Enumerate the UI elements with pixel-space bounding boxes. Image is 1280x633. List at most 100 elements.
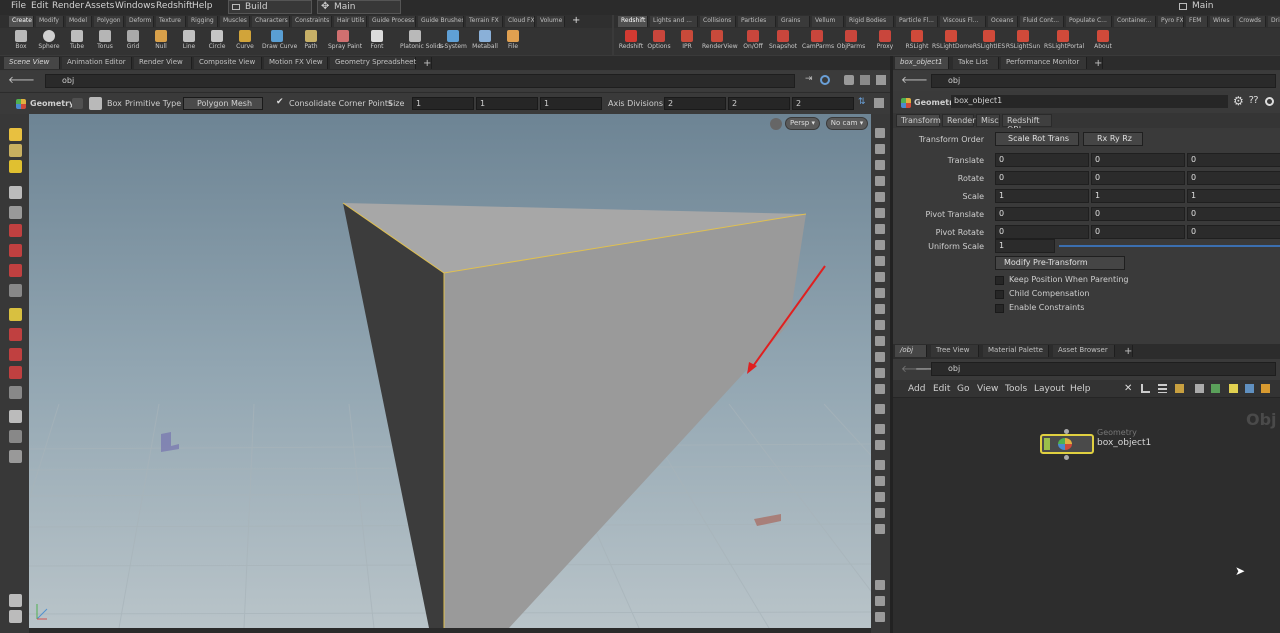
shelf-tool-spray-paint[interactable]: Spray Paint bbox=[328, 30, 362, 54]
net-menu-edit[interactable]: Edit bbox=[933, 384, 950, 394]
left-tool-dots-icon[interactable] bbox=[9, 284, 22, 297]
shelf-tool-options[interactable]: Options bbox=[644, 30, 674, 54]
left-tool-lock-tool-icon[interactable] bbox=[9, 206, 22, 219]
display-option-icon[interactable] bbox=[875, 144, 885, 154]
viewport-menu-icon[interactable] bbox=[876, 75, 886, 85]
left-tool-view-icon[interactable] bbox=[9, 144, 22, 157]
viewport-split-icon[interactable] bbox=[860, 75, 870, 85]
display-option-icon[interactable] bbox=[875, 580, 885, 590]
viewport-tab-render-view[interactable]: Render View bbox=[134, 57, 192, 69]
net-palette-icon[interactable] bbox=[1211, 384, 1220, 393]
left-tool-settings-icon[interactable] bbox=[9, 594, 22, 607]
viewport-tab-motion-fx-view[interactable]: Motion FX View bbox=[264, 57, 328, 69]
shelf-tab-rigging[interactable]: Rigging bbox=[188, 16, 218, 27]
shelf-tool-tube[interactable]: Tube bbox=[62, 30, 92, 54]
shelf-tool-path[interactable]: Path bbox=[296, 30, 326, 54]
shelf-tab-guide-process[interactable]: Guide Process bbox=[369, 16, 416, 27]
param-pivot-rotate-z-field[interactable]: 0 bbox=[1187, 225, 1280, 239]
param-tab-redshift-obj[interactable]: Redshift OBJ bbox=[1002, 114, 1052, 134]
shelf-tab-hair-utils[interactable]: Hair Utils bbox=[334, 16, 367, 27]
shelf-tab-terrain-fx[interactable]: Terrain FX bbox=[466, 16, 503, 27]
net-sticky-icon[interactable] bbox=[1229, 384, 1238, 393]
shelf-tab-cloud-fx[interactable]: Cloud FX bbox=[505, 16, 535, 27]
shelf-tab-muscles[interactable]: Muscles bbox=[220, 16, 250, 27]
shelf-tab-model[interactable]: Model bbox=[66, 16, 92, 27]
shelf-tab-deform[interactable]: Deform bbox=[126, 16, 154, 27]
left-tool-paint-icon[interactable] bbox=[9, 224, 22, 237]
param-tab-transform[interactable]: Transform bbox=[896, 114, 941, 127]
param-pivot-rotate-y-field[interactable]: 0 bbox=[1091, 225, 1185, 239]
menu-edit[interactable]: Edit bbox=[31, 1, 48, 11]
size-y-field[interactable]: 1 bbox=[476, 97, 538, 110]
network-path-field[interactable]: obj bbox=[931, 362, 1276, 376]
display-option-icon[interactable] bbox=[875, 424, 885, 434]
display-option-icon[interactable] bbox=[875, 612, 885, 622]
shelf-tool-rslightdome[interactable]: RSLightDome bbox=[932, 30, 973, 54]
shelf-tool-redshift[interactable]: Redshift bbox=[616, 30, 646, 54]
primitive-type-select[interactable]: Polygon Mesh bbox=[183, 97, 263, 110]
shelf-add-tab-icon[interactable]: + bbox=[572, 15, 580, 26]
left-tool-transform-icon[interactable] bbox=[9, 308, 22, 321]
size-z-field[interactable]: 1 bbox=[540, 97, 602, 110]
left-tool-magnet-icon[interactable] bbox=[9, 264, 22, 277]
shelf-tab-constraints[interactable]: Constraints bbox=[292, 16, 332, 27]
shelf-tab-oceans[interactable]: Oceans bbox=[988, 16, 1018, 27]
help-icon[interactable]: ⁇ bbox=[1249, 95, 1258, 106]
net-tree-icon[interactable] bbox=[1141, 384, 1150, 393]
timeline-ruler[interactable] bbox=[29, 628, 871, 633]
left-tool-brush-icon[interactable] bbox=[9, 244, 22, 257]
shelf-tool-proxy[interactable]: Proxy bbox=[870, 30, 900, 54]
left-tool-light-icon[interactable] bbox=[9, 430, 22, 443]
param-pivot-translate-z-field[interactable]: 0 bbox=[1187, 207, 1280, 221]
viewport-tab-[interactable]: + bbox=[418, 57, 432, 69]
left-tool-pivot-icon[interactable] bbox=[9, 386, 22, 399]
viewport-layout-icon[interactable] bbox=[844, 75, 854, 85]
shelf-tool-rslightportal[interactable]: RSLightPortal bbox=[1044, 30, 1084, 54]
checkmark-icon[interactable]: ✔ bbox=[276, 97, 284, 107]
shelf-tab-container-[interactable]: Container... bbox=[1114, 16, 1156, 27]
display-option-icon[interactable] bbox=[875, 320, 885, 330]
right-tab-take-list[interactable]: Take List bbox=[953, 57, 999, 69]
display-option-icon[interactable] bbox=[875, 272, 885, 282]
display-option-icon[interactable] bbox=[875, 352, 885, 362]
menu-help[interactable]: Help bbox=[192, 1, 213, 11]
shelf-tool-line[interactable]: Line bbox=[174, 30, 204, 54]
uniform-scale-field[interactable]: 1 bbox=[995, 239, 1055, 253]
param-tab-misc[interactable]: Misc bbox=[976, 114, 1000, 127]
axis-div-y-field[interactable]: 2 bbox=[728, 97, 790, 110]
shelf-tool-on-off[interactable]: On/Off bbox=[738, 30, 768, 54]
shelf-tab-vellum[interactable]: Vellum bbox=[812, 16, 844, 27]
view-lock-icon[interactable] bbox=[770, 118, 782, 130]
viewport-tab-geometry-spreadsheet[interactable]: Geometry Spreadsheet bbox=[330, 57, 416, 69]
net-grid-icon[interactable] bbox=[1175, 384, 1184, 393]
param-translate-z-field[interactable]: 0 bbox=[1187, 153, 1280, 167]
shelf-tab-particle-fl-[interactable]: Particle Fl... bbox=[896, 16, 938, 27]
net-folder-icon[interactable] bbox=[1261, 384, 1270, 393]
display-option-icon[interactable] bbox=[875, 404, 885, 414]
right-tab-box-object1[interactable]: box_object1 bbox=[895, 57, 949, 69]
net-tab-tree-view[interactable]: Tree View bbox=[931, 345, 979, 357]
net-image-icon[interactable] bbox=[1245, 384, 1254, 393]
shelf-tab-volume[interactable]: Volume bbox=[537, 16, 565, 27]
shelf-tab-create[interactable]: Create bbox=[9, 16, 34, 27]
display-option-icon[interactable] bbox=[875, 384, 885, 394]
shelf-tab-polygon[interactable]: Polygon bbox=[94, 16, 124, 27]
shelf-tool-l-system[interactable]: L-System bbox=[438, 30, 468, 54]
shelf-tab-drive-sim-[interactable]: Drive Sim... bbox=[1268, 16, 1280, 27]
axis-div-z-field[interactable]: 2 bbox=[792, 97, 854, 110]
shelf-tab-particles[interactable]: Particles bbox=[738, 16, 776, 27]
shelf-tab-fluid-cont-[interactable]: Fluid Cont... bbox=[1020, 16, 1064, 27]
persp-dropdown[interactable]: Persp ▾ bbox=[785, 117, 820, 130]
shelf-tool-rslightsun[interactable]: RSLightSun bbox=[1004, 30, 1042, 54]
param-back-arrow-icon[interactable]: 🡐 bbox=[901, 74, 928, 86]
link-icon[interactable] bbox=[820, 75, 830, 85]
shelf-tool-objparms[interactable]: ObjParms bbox=[836, 30, 866, 54]
left-tool-wrench-icon[interactable] bbox=[9, 610, 22, 623]
shelf-tab-fem[interactable]: FEM bbox=[1186, 16, 1208, 27]
shelf-tab-redshift[interactable]: Redshift bbox=[618, 16, 648, 27]
net-tab-material-palette[interactable]: Material Palette bbox=[983, 345, 1049, 357]
param-rotate-z-field[interactable]: 0 bbox=[1187, 171, 1280, 185]
display-option-icon[interactable] bbox=[875, 440, 885, 450]
net-menu-help[interactable]: Help bbox=[1070, 384, 1091, 394]
display-option-icon[interactable] bbox=[875, 256, 885, 266]
